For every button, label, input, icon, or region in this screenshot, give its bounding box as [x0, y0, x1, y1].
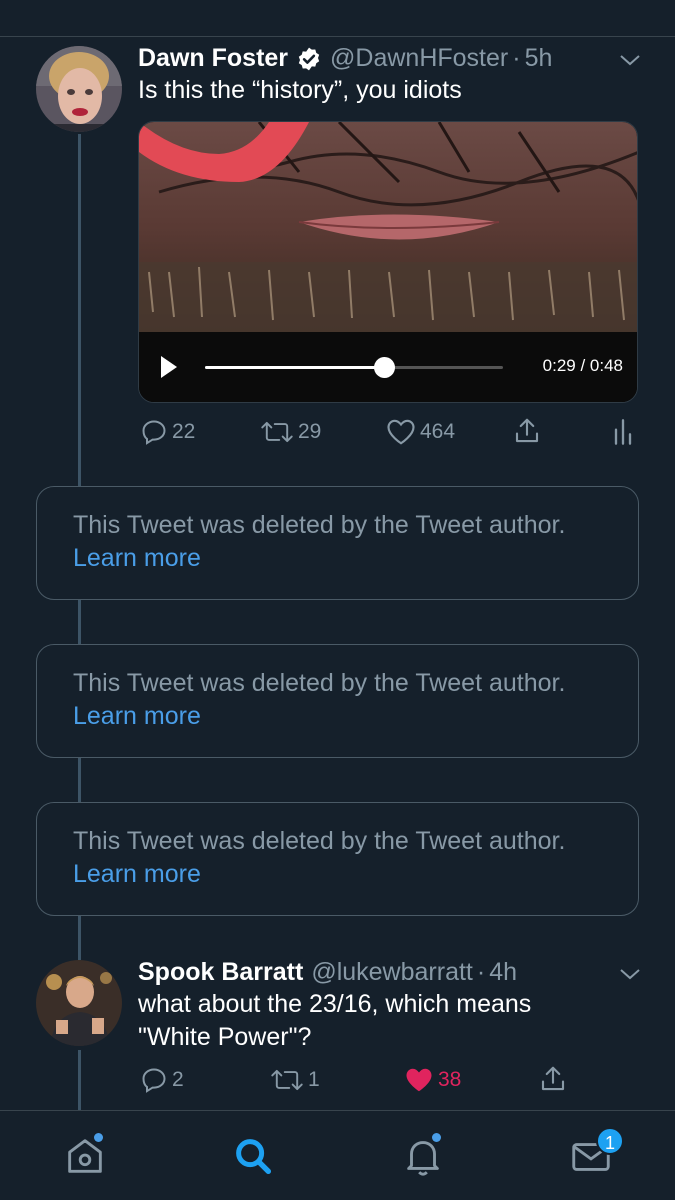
retweet-count: 29	[298, 420, 322, 443]
thread-line	[78, 916, 81, 960]
heart-icon	[387, 419, 415, 445]
tweet-text: what about the 23/16, which means "White…	[138, 988, 608, 1054]
avatar[interactable]	[36, 46, 122, 132]
handle[interactable]: @lukewbarratt	[311, 958, 473, 987]
progress-fill	[205, 366, 384, 369]
learn-more-link[interactable]: Learn more	[73, 544, 201, 572]
messages-tab[interactable]: 1	[568, 1127, 624, 1179]
display-name[interactable]: Spook Barratt	[138, 958, 303, 987]
analytics-icon	[614, 419, 632, 445]
analytics-button[interactable]	[612, 418, 634, 446]
thread-line	[78, 1050, 81, 1110]
retweet-count: 1	[308, 1068, 320, 1091]
deleted-message: This Tweet was deleted by the Tweet auth…	[73, 511, 566, 539]
reply-count: 22	[172, 420, 196, 443]
reply-icon	[142, 420, 166, 445]
tweet-header: Dawn Foster @DawnHFoster · 5h	[138, 44, 552, 73]
timestamp[interactable]: 5h	[525, 44, 553, 73]
video-player[interactable]: 0:29 / 0:48	[138, 121, 638, 403]
deleted-tweet-notice: This Tweet was deleted by the Tweet auth…	[36, 802, 639, 916]
video-controls: 0:29 / 0:48	[139, 332, 637, 402]
like-button[interactable]: 464	[386, 418, 455, 446]
retweet-button[interactable]: 1	[270, 1066, 320, 1094]
share-icon	[515, 418, 539, 443]
reply-button[interactable]: 2	[140, 1066, 184, 1094]
bottom-navigation: 1	[0, 1110, 675, 1200]
learn-more-link[interactable]: Learn more	[73, 702, 201, 730]
tweet-text: Is this the “history”, you idiots	[138, 76, 462, 104]
divider	[0, 36, 675, 37]
like-button[interactable]: 38	[404, 1066, 461, 1094]
tweet-header: Spook Barratt @lukewbarratt · 4h	[138, 958, 517, 987]
search-icon	[236, 1139, 272, 1175]
scrubber-handle[interactable]	[373, 357, 395, 378]
chevron-down-icon[interactable]	[618, 52, 642, 68]
video-time: 0:29 / 0:48	[542, 356, 623, 375]
reply-count: 2	[172, 1068, 184, 1091]
share-button[interactable]	[538, 1064, 568, 1094]
search-tab[interactable]	[230, 1133, 276, 1179]
deleted-message: This Tweet was deleted by the Tweet auth…	[73, 669, 566, 697]
separator: ·	[512, 44, 521, 72]
notification-dot	[94, 1133, 103, 1142]
share-button[interactable]	[512, 416, 542, 446]
deleted-tweet-notice: This Tweet was deleted by the Tweet auth…	[36, 486, 639, 600]
play-icon[interactable]	[159, 354, 179, 380]
thread-line	[78, 134, 81, 486]
timestamp[interactable]: 4h	[489, 958, 517, 987]
display-name[interactable]: Dawn Foster	[138, 44, 288, 73]
verified-badge-icon	[298, 47, 320, 70]
home-tab[interactable]	[62, 1133, 108, 1179]
deleted-tweet-notice: This Tweet was deleted by the Tweet auth…	[36, 644, 639, 758]
avatar[interactable]	[36, 960, 122, 1046]
retweet-button[interactable]: 29	[260, 418, 321, 446]
chevron-down-icon[interactable]	[618, 966, 642, 982]
like-count: 38	[438, 1068, 462, 1091]
share-icon	[541, 1066, 565, 1091]
messages-badge: 1	[596, 1127, 624, 1155]
progress-bar[interactable]	[205, 357, 503, 378]
thread-line	[78, 758, 81, 802]
deleted-message: This Tweet was deleted by the Tweet auth…	[73, 827, 566, 855]
heart-filled-icon	[406, 1068, 432, 1092]
reply-button[interactable]: 22	[140, 418, 195, 446]
retweet-icon	[271, 1069, 303, 1091]
video-frame	[139, 122, 637, 332]
learn-more-link[interactable]: Learn more	[73, 860, 201, 888]
reply-icon	[142, 1068, 166, 1093]
notifications-tab[interactable]	[400, 1133, 446, 1179]
handle[interactable]: @DawnHFoster	[330, 44, 508, 73]
thread-line	[78, 600, 81, 644]
tweet-text-line: what about the 23/16, which means	[138, 990, 532, 1018]
notification-dot	[432, 1133, 441, 1142]
like-count: 464	[420, 420, 456, 443]
tweet-text-line: "White Power"?	[138, 1023, 312, 1051]
timeline-screen: Dawn Foster @DawnHFoster · 5h Is this th…	[0, 0, 675, 1200]
retweet-icon	[261, 421, 293, 443]
separator: ·	[476, 958, 486, 986]
